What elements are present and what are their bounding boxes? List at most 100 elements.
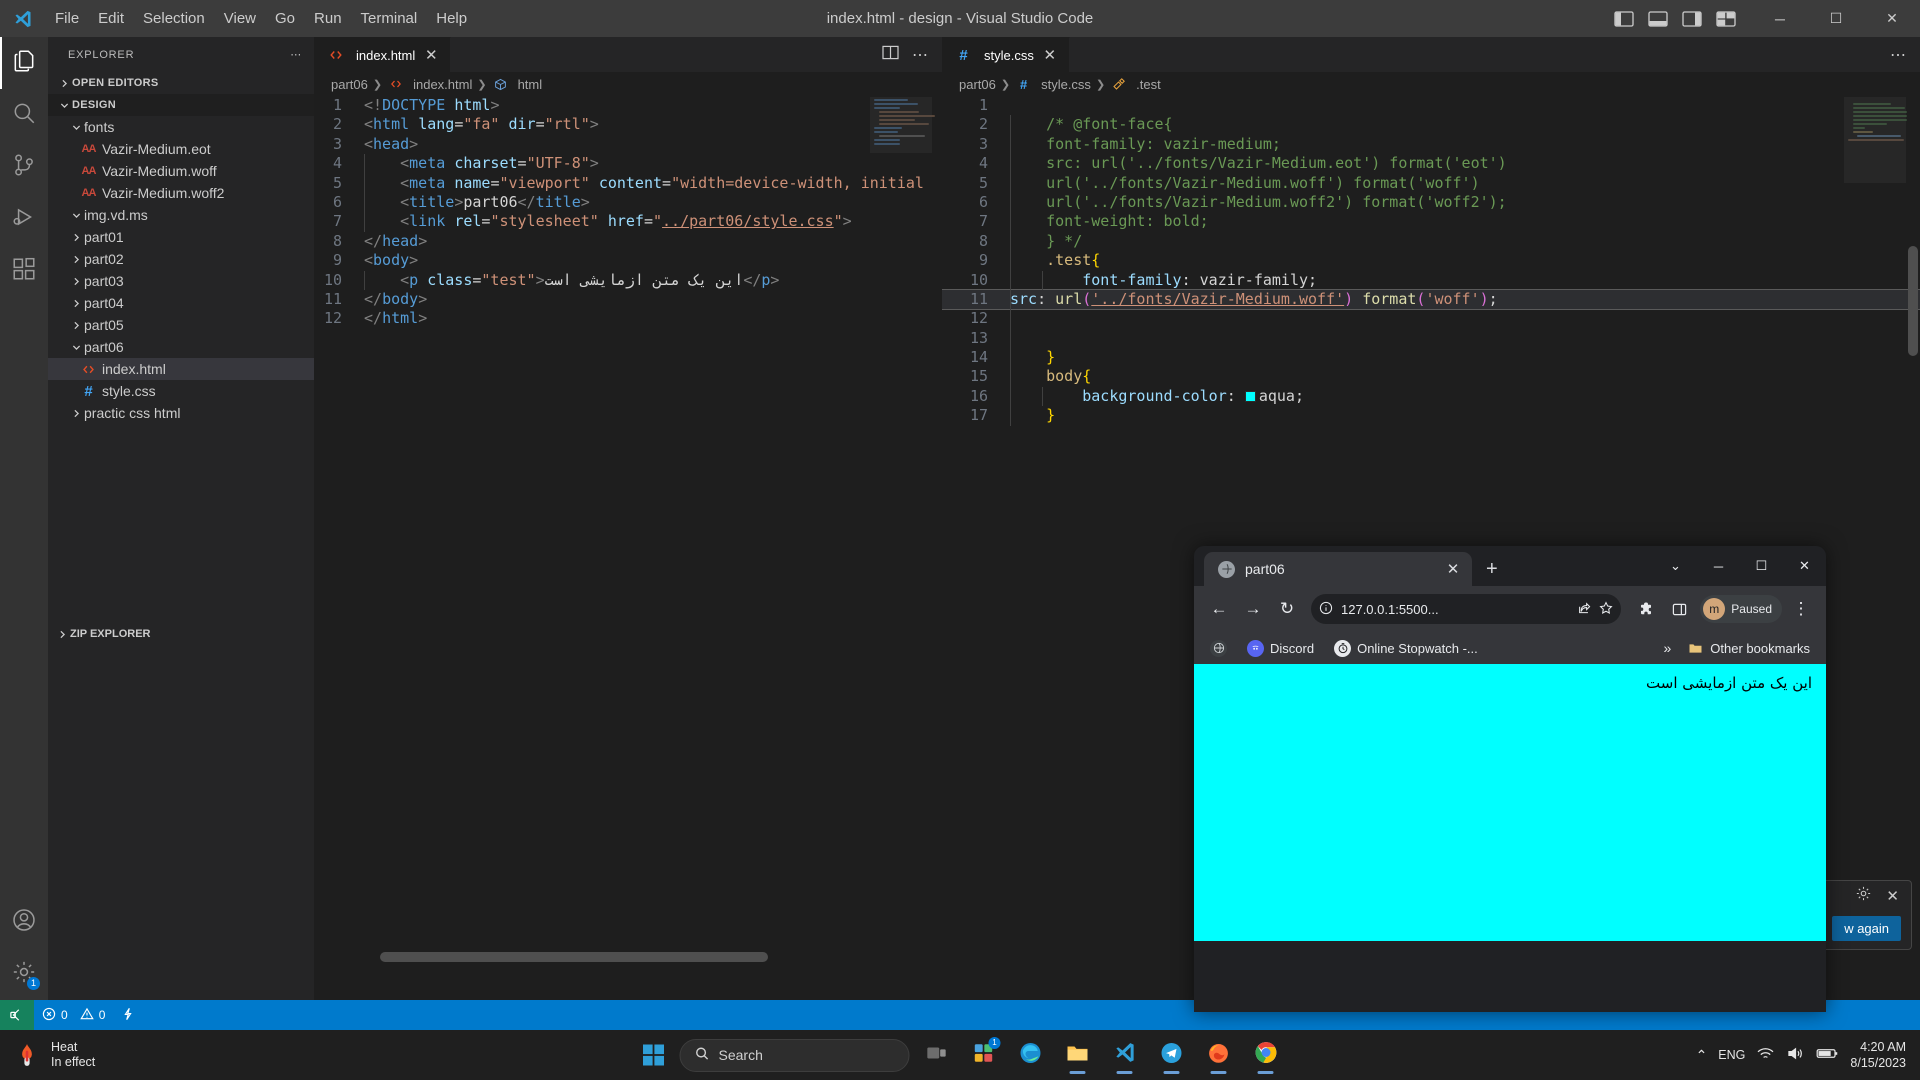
code-line[interactable]: 6 url('../fonts/Vazir-Medium.woff2') for… <box>942 193 1920 212</box>
code-line[interactable]: 2 /* @font-face{ <box>942 115 1920 134</box>
activitybar-item-search[interactable] <box>0 89 48 141</box>
activitybar-item-source-control[interactable] <box>0 141 48 193</box>
bookmark-item-online-stopwatch[interactable]: Online Stopwatch -... <box>1328 637 1484 660</box>
panel-bottom-icon[interactable] <box>1648 10 1668 28</box>
tree-item-vazir-medium-woff[interactable]: AA Vazir-Medium.woff <box>48 160 314 182</box>
taskbar-app-widgets[interactable]: 1 <box>964 1035 1004 1075</box>
code-line[interactable]: 3 font-family: vazir-medium; <box>942 135 1920 154</box>
layout-grid-icon[interactable] <box>1716 10 1736 28</box>
tab-close-icon[interactable]: ✕ <box>1041 46 1059 64</box>
breadcrumb-item-part06[interactable]: part06 <box>331 77 368 92</box>
tree-item-img-vd-ms[interactable]: img.vd.ms <box>48 204 314 226</box>
code-line[interactable]: 16 background-color: aqua; <box>942 387 1920 406</box>
reload-icon[interactable]: ↻ <box>1272 594 1302 624</box>
start-button[interactable] <box>635 1036 673 1074</box>
bookmarks-overflow-button[interactable]: » <box>1664 640 1672 656</box>
kebab-menu-icon[interactable]: ⋮ <box>1786 594 1816 624</box>
menu-file[interactable]: File <box>46 7 88 31</box>
code-line[interactable]: 9 <body> <box>314 251 942 270</box>
tree-item-vazir-medium-eot[interactable]: AA Vazir-Medium.eot <box>48 138 314 160</box>
code-line[interactable]: 12 <box>942 309 1920 328</box>
menu-edit[interactable]: Edit <box>89 7 133 31</box>
tab-style-css[interactable]: # style.css ✕ <box>942 37 1070 72</box>
code-line[interactable]: 10 font-family: vazir-family; <box>942 271 1920 290</box>
minimap-left[interactable] <box>870 97 935 837</box>
gear-icon[interactable] <box>1855 885 1872 907</box>
menu-help[interactable]: Help <box>427 7 476 31</box>
taskbar-app-task-view[interactable] <box>917 1035 957 1075</box>
code-line[interactable]: 9 .test{ <box>942 251 1920 270</box>
close-icon[interactable]: ✕ <box>1886 887 1899 905</box>
minimap-right[interactable] <box>1844 97 1907 837</box>
wifi-icon[interactable] <box>1756 1046 1775 1064</box>
tree-item-part05[interactable]: part05 <box>48 314 314 336</box>
status-remote-button[interactable] <box>0 1000 34 1030</box>
activitybar-item-extensions[interactable] <box>0 245 48 297</box>
side-panel-icon[interactable] <box>1664 594 1694 624</box>
tree-item-part06[interactable]: part06 <box>48 336 314 358</box>
code-line[interactable]: 17 } <box>942 406 1920 425</box>
tree-item-vazir-medium-woff2[interactable]: AA Vazir-Medium.woff2 <box>48 182 314 204</box>
chrome-tab-part06[interactable]: part06 ✕ <box>1204 552 1472 586</box>
forward-icon[interactable]: → <box>1238 594 1268 624</box>
code-line[interactable]: 15 body{ <box>942 367 1920 386</box>
code-line[interactable]: 14 } <box>942 348 1920 367</box>
battery-icon[interactable] <box>1816 1046 1839 1064</box>
window-maximize-button[interactable]: ☐ <box>1808 0 1864 37</box>
code-line[interactable]: 4 src: url('../fonts/Vazir-Medium.eot') … <box>942 154 1920 173</box>
sidebar-more-actions-icon[interactable]: ⋯ <box>290 48 302 61</box>
split-editor-icon[interactable] <box>882 45 899 65</box>
code-line[interactable]: 5 <meta name="viewport" content="width=d… <box>314 174 942 193</box>
status-ports[interactable] <box>113 1000 143 1030</box>
chrome-close-button[interactable]: ✕ <box>1783 549 1826 583</box>
code-line[interactable]: 7 <link rel="stylesheet" href="../part06… <box>314 212 942 231</box>
taskbar-search-box[interactable]: Search <box>679 1038 910 1072</box>
chrome-maximize-button[interactable]: ☐ <box>1740 549 1783 583</box>
tree-item-style-css[interactable]: # style.css <box>48 380 314 402</box>
tree-item-part03[interactable]: part03 <box>48 270 314 292</box>
code-editor-index-html[interactable]: 1 <!DOCTYPE html> 2 <html lang="fa" dir="rt… <box>314 96 942 1000</box>
taskbar-app-file-explorer[interactable] <box>1058 1035 1098 1075</box>
share-icon[interactable] <box>1577 601 1591 618</box>
tree-item-index-html[interactable]: index.html <box>48 358 314 380</box>
breadcrumb-item-html[interactable]: html <box>492 76 542 92</box>
code-line[interactable]: 8 </head> <box>314 232 942 251</box>
chrome-tab-search-button[interactable]: ⌄ <box>1654 549 1697 583</box>
code-line[interactable]: 1 <!DOCTYPE html> <box>314 96 942 115</box>
chrome-tab-close-icon[interactable]: ✕ <box>1443 560 1463 578</box>
activitybar-item-accounts[interactable] <box>0 896 48 948</box>
puzzle-icon[interactable] <box>1630 594 1660 624</box>
other-bookmarks-folder[interactable]: Other bookmarks <box>1681 637 1816 660</box>
code-line[interactable]: 7 font-weight: bold; <box>942 212 1920 231</box>
activitybar-item-run-and-debug[interactable] <box>0 193 48 245</box>
menu-view[interactable]: View <box>215 7 265 31</box>
menu-selection[interactable]: Selection <box>134 7 214 31</box>
breadcrumb-item-index-html[interactable]: index.html <box>387 76 472 92</box>
code-line[interactable]: 6 <title>part06</title> <box>314 193 942 212</box>
code-line[interactable]: 8 } */ <box>942 232 1920 251</box>
sidebar-section-open-editors[interactable]: OPEN EDITORS <box>48 72 314 94</box>
volume-icon[interactable] <box>1786 1046 1805 1064</box>
taskbar-app-microsoft-edge[interactable] <box>1011 1035 1051 1075</box>
panel-left-icon[interactable] <box>1614 10 1634 28</box>
menu-terminal[interactable]: Terminal <box>352 7 427 31</box>
editor-right-vertical-scrollbar[interactable] <box>1906 96 1920 970</box>
breadcrumb-item-test-selector[interactable]: .test <box>1110 76 1161 92</box>
activitybar-item-explorer[interactable] <box>0 37 48 89</box>
chrome-profile-button[interactable]: m Paused <box>1700 595 1782 623</box>
sidebar-section-design[interactable]: DESIGN <box>48 94 314 116</box>
tree-item-part04[interactable]: part04 <box>48 292 314 314</box>
tab-index-html[interactable]: index.html ✕ <box>314 37 452 72</box>
code-line[interactable]: 3 <head> <box>314 135 942 154</box>
code-line[interactable]: 13 <box>942 329 1920 348</box>
taskbar-app-telegram[interactable] <box>1152 1035 1192 1075</box>
tray-language-indicator[interactable]: ENG <box>1718 1048 1745 1062</box>
code-line[interactable]: 1 <box>942 96 1920 115</box>
chrome-page-viewport[interactable]: این یک متن ازمایشی است <box>1194 664 1826 941</box>
code-line[interactable]: 4 <meta charset="UTF-8"> <box>314 154 942 173</box>
panel-right-icon[interactable] <box>1682 10 1702 28</box>
back-icon[interactable]: ← <box>1204 594 1234 624</box>
more-actions-icon[interactable]: ⋯ <box>912 45 928 65</box>
taskbar-clock[interactable]: 4:20 AM 8/15/2023 <box>1850 1039 1906 1071</box>
sidebar-section-zip-explorer[interactable]: ZIP EXPLORER <box>48 623 314 645</box>
